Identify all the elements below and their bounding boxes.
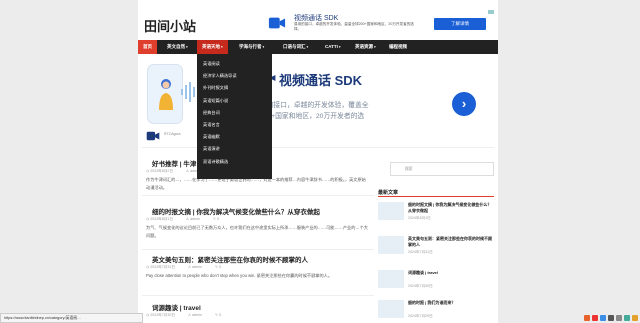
dropdown-item-short-stories[interactable]: 英语短篇小说 [197, 95, 272, 107]
sidebar-post-title[interactable]: 细的时报文摘 | 你我为解决气候变化做些什么？从穿衣做起 [408, 202, 494, 214]
learn-more-button[interactable]: 了解详情 [434, 18, 486, 30]
heading-underline [378, 196, 494, 197]
calendar-icon: ◷ 2024年8月2日 [146, 169, 173, 173]
sidebar-post-date: 2024年7月29日 [408, 314, 433, 318]
chevron-down-icon: ▾ [338, 45, 341, 49]
search-input[interactable]: 搜索 [390, 162, 494, 176]
dropdown-item-poems[interactable]: 双语诗歌精选 [197, 156, 272, 168]
post-meta: ◷ 2024年7月31日 ♙ admin ✎ 0 [146, 265, 233, 270]
sidebar-post-title[interactable]: 词源趣谈 | travel [408, 270, 494, 276]
banner-title: 视频通话 SDK [279, 73, 363, 88]
post-title[interactable]: 词源趣谈 | travel [152, 302, 201, 312]
dropdown-item-economist[interactable]: 经济学人精选导读 [197, 70, 272, 82]
dropdown-item-reading[interactable]: 英语阅读 [197, 58, 272, 70]
browser-status-bar: https://www.tianfieldnep.cn/category/英语阅… [0, 313, 143, 323]
app-tray-icon[interactable] [592, 315, 598, 321]
header-ad-desc: 易用的接口，卓越的开发体验，量量全球200+国家和地区，20万开发者的选择。 [294, 22, 414, 31]
nav-home[interactable]: 首页 [138, 40, 157, 54]
sidebar: 搜索 最新文章 细的时报文摘 | 你我为解决气候变化做些什么？从穿衣做起 202… [378, 152, 496, 323]
sidebar-post[interactable]: 英文美句五则：紧密关注那些在你哀的时候不顾掌的人 2024年7月31日 [378, 236, 496, 262]
sidebar-post-date: 2024年7月31日 [408, 250, 433, 254]
video-camera-icon [146, 131, 160, 141]
sidebar-post-title[interactable]: 英文美句五则：紧密关注那些在你哀的时候不顾掌的人 [408, 236, 494, 248]
calendar-icon: ◷ 2024年8月1日 [146, 217, 173, 221]
person-illustration [159, 79, 173, 110]
dropdown-item-foreign-press[interactable]: 外刊时报文摘 [197, 82, 272, 94]
nav-item-learners[interactable]: 学海与行者▾ [234, 40, 269, 54]
calendar-icon: ◷ 2024年7月30日 [146, 313, 175, 317]
chevron-down-icon: ▾ [262, 45, 265, 49]
sidebar-post-date: 2024年8月1日 [408, 216, 431, 220]
post-thumbnail[interactable] [378, 270, 404, 288]
chevron-down-icon: ▾ [374, 45, 376, 49]
post-excerpt: Pay close attention to people who don't … [146, 273, 333, 278]
user-icon: ♙ admin [187, 265, 202, 269]
app-tray-icon[interactable] [600, 315, 606, 321]
sidebar-post[interactable]: 词源趣谈 | travel 2024年7月30日 [378, 270, 496, 296]
sidebar-post[interactable]: 细的时报 | 我们为谁而来？ 2024年7月29日 [378, 300, 496, 323]
banner-arrow-button[interactable]: › [452, 92, 476, 116]
list-item: 细的时报文摘 | 你我为解决气候变化做些什么？从穿衣做起 ◷ 2024年8月1日… [142, 206, 374, 250]
nav-item-oral-vocab[interactable]: 口语与词汇▾ [278, 40, 313, 54]
calendar-icon: ◷ 2024年7月31日 [146, 265, 175, 269]
banner-brand: RTCAgora [164, 132, 181, 136]
nav-item-english-world[interactable]: 英语天地▾ [197, 40, 228, 54]
volume-icon[interactable] [624, 315, 630, 321]
nav-item-english-nature[interactable]: 英文自然▾ [162, 40, 193, 54]
chevron-down-icon: ▾ [306, 45, 309, 49]
nav-dropdown-menu: 英语阅读 经济学人精选导读 外刊时报文摘 英语短篇小说 经典台词 英语名言 英语… [197, 54, 272, 179]
comment-icon: ✎ 0 [214, 265, 221, 269]
audio-wave-icon [181, 82, 195, 102]
chevron-down-icon: ▾ [221, 45, 223, 49]
nav-item-coding-video[interactable]: 编程视频 [384, 40, 412, 54]
keyboard-icon[interactable] [608, 315, 614, 321]
post-meta: ◷ 2024年7月30日 ♙ admin ✎ 0 [146, 313, 233, 318]
list-item: 英文美句五则：紧密关注那些在你哀的时候不顾掌的人 ◷ 2024年7月31日 ♙ … [142, 254, 374, 296]
chevron-down-icon: ▾ [186, 45, 188, 49]
page-container: 田间小站 视频通话 SDK 易用的接口，卓越的开发体验，量量全球200+国家和地… [138, 0, 498, 323]
dropdown-item-humor[interactable]: 英语幽默 [197, 131, 272, 143]
site-logo[interactable]: 田间小站 [144, 16, 196, 35]
user-icon: ♙ admin [185, 217, 200, 221]
notification-icon[interactable] [632, 315, 638, 321]
video-camera-icon [268, 17, 286, 29]
post-thumbnail[interactable] [378, 202, 404, 220]
user-icon: ♙ admin [187, 313, 202, 317]
sidebar-heading: 最新文章 [378, 190, 399, 196]
sidebar-post-date: 2024年7月30日 [408, 284, 433, 288]
post-title[interactable]: 细的时报文摘 | 你我为解决气候变化做些什么？从穿衣做起 [152, 206, 320, 216]
post-title[interactable]: 英文美句五则：紧密关注那些在你哀的时候不顾掌的人 [152, 254, 308, 264]
post-excerpt: 为气、气候变化的议论目前已了无数万众人，也许我们在这中途里实际上所承……服装产业… [146, 225, 368, 238]
post-meta: ◷ 2024年8月1日 ♙ admin ✎ 0 [146, 217, 231, 222]
nav-item-catti[interactable]: CATTI▾ [320, 40, 346, 54]
dropdown-item-speeches[interactable]: 英语演讲 [197, 143, 272, 155]
header-ad[interactable]: 视频通话 SDK 易用的接口，卓越的开发体验，量量全球200+国家和地区，20万… [268, 10, 496, 38]
post-thumbnail[interactable] [378, 236, 404, 254]
comment-icon: ✎ 0 [214, 313, 221, 317]
sidebar-post[interactable]: 细的时报文摘 | 你我为解决气候变化做些什么？从穿衣做起 2024年8月1日 [378, 202, 496, 228]
nav-item-resources[interactable]: 英语资源▾ [350, 40, 381, 54]
list-item: 词源趣谈 | travel ◷ 2024年7月30日 ♙ admin ✎ 0 [142, 302, 374, 323]
site-header: 田间小站 视频通话 SDK 易用的接口，卓越的开发体验，量量全球200+国家和地… [138, 8, 498, 40]
dropdown-item-quotes[interactable]: 英语名言 [197, 119, 272, 131]
comment-icon: ✎ 0 [212, 217, 219, 221]
network-icon[interactable] [616, 315, 622, 321]
main-nav: 首页 英文自然▾ 英语天地▾ 学海与行者▾ 口语与词汇▾ CATTI▾ 英语资源… [138, 40, 498, 54]
post-thumbnail[interactable] [378, 300, 404, 318]
app-tray-icon[interactable] [584, 315, 590, 321]
promo-banner[interactable]: RTCAgora 视频通话 SDK 易用的接口，卓越的开发体验，覆盖全球200+… [142, 56, 494, 148]
system-tray [570, 313, 640, 323]
dropdown-item-movie-lines[interactable]: 经典台词 [197, 107, 272, 119]
sidebar-post-title[interactable]: 细的时报 | 我们为谁而来？ [408, 300, 494, 306]
ad-choices-icon[interactable] [488, 10, 494, 14]
